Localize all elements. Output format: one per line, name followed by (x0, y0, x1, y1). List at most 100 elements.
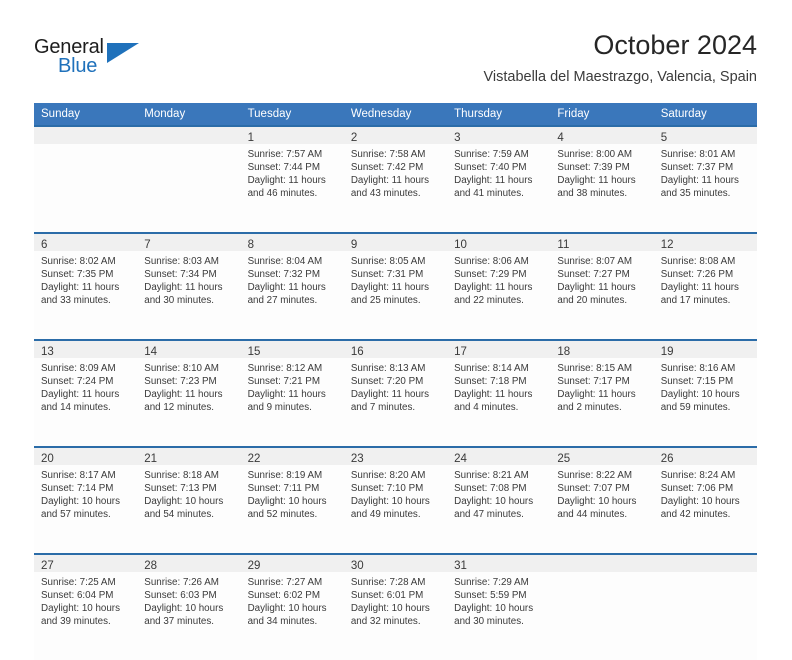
day-cell[interactable]: Sunrise: 8:15 AM Sunset: 7:17 PM Daylight:… (550, 358, 654, 446)
sunset-text: Sunset: 7:34 PM (144, 269, 217, 281)
sunrise-text: Sunrise: 7:27 AM (247, 577, 323, 588)
day-cell[interactable]: Sunrise: 8:07 AM Sunset: 7:27 PM Daylight:… (550, 251, 654, 339)
sunset-text: Sunset: 7:32 PM (247, 269, 320, 281)
day-number-band: 28 (137, 555, 241, 572)
day-number: 20 (41, 453, 54, 465)
daylight-text-line2: and 57 minutes. (41, 509, 111, 521)
day-cell[interactable]: Sunrise: 8:21 AM Sunset: 7:08 PM Daylight:… (447, 465, 551, 553)
day-cell[interactable]: Sunrise: 8:20 AM Sunset: 7:10 PM Daylight:… (343, 465, 448, 553)
sunrise-text: Sunrise: 8:20 AM (350, 470, 426, 481)
day-number-band: 21 (137, 448, 241, 465)
day-cell[interactable]: Sunrise: 8:05 AM Sunset: 7:31 PM Daylight:… (343, 251, 448, 339)
daylight-text-line1: Daylight: 10 hours (144, 496, 224, 508)
daylight-text-line1: Daylight: 11 hours (41, 389, 120, 401)
day-number-band: 29 (240, 555, 344, 572)
day-cell-header: 5 (653, 125, 757, 144)
day-cell-header: 25 (550, 446, 654, 465)
sunrise-text: Sunrise: 8:00 AM (557, 149, 633, 160)
day-number: 30 (350, 560, 364, 572)
day-number: 19 (660, 346, 674, 358)
day-cell[interactable]: Sunrise: 7:27 AM Sunset: 6:02 PM Daylight:… (240, 572, 344, 660)
day-cell-details: Sunrise: 8:21 AM Sunset: 7:08 PM Daylight:… (447, 465, 550, 521)
day-cell[interactable]: Sunrise: 8:13 AM Sunset: 7:20 PM Daylight:… (343, 358, 448, 446)
sunset-text: Sunset: 7:39 PM (557, 162, 630, 174)
day-cell[interactable]: Sunrise: 8:12 AM Sunset: 7:21 PM Daylight:… (240, 358, 344, 446)
day-cell[interactable]: Sunrise: 8:24 AM Sunset: 7:06 PM Daylight:… (653, 465, 757, 553)
day-cell[interactable]: Sunrise: 7:59 AM Sunset: 7:40 PM Daylight:… (447, 144, 551, 232)
sunrise-text: Sunrise: 7:57 AM (247, 149, 323, 160)
daylight-text-line1: Daylight: 11 hours (350, 389, 430, 401)
day-cell[interactable]: Sunrise: 8:16 AM Sunset: 7:15 PM Daylight:… (653, 358, 757, 446)
day-cell[interactable]: Sunrise: 8:22 AM Sunset: 7:07 PM Daylight:… (550, 465, 654, 553)
day-cell[interactable]: Sunrise: 8:09 AM Sunset: 7:24 PM Daylight:… (34, 358, 138, 446)
week-row: Sunrise: 7:25 AM Sunset: 6:04 PM Daylight:… (34, 572, 757, 660)
day-cell-header: 19 (653, 339, 757, 358)
day-cell[interactable]: Sunrise: 8:14 AM Sunset: 7:18 PM Daylight:… (447, 358, 551, 446)
day-cell[interactable]: Sunrise: 7:57 AM Sunset: 7:44 PM Daylight:… (240, 144, 344, 232)
sunset-text: Sunset: 7:31 PM (350, 269, 424, 281)
day-cell[interactable]: Sunrise: 8:10 AM Sunset: 7:23 PM Daylight:… (137, 358, 241, 446)
sunset-text: Sunset: 6:02 PM (247, 590, 320, 602)
day-cell-header: 18 (550, 339, 654, 358)
day-cell[interactable]: Sunrise: 7:29 AM Sunset: 5:59 PM Daylight:… (447, 572, 551, 660)
general-blue-logo[interactable]: General Blue (34, 36, 154, 88)
week-header-row: 1 2 3 4 5 (34, 125, 757, 144)
daylight-text-line1: Daylight: 11 hours (247, 282, 326, 294)
day-cell[interactable]: Sunrise: 8:03 AM Sunset: 7:34 PM Daylight:… (137, 251, 241, 339)
day-number-band: 25 (550, 448, 654, 465)
daylight-text-line2: and 41 minutes. (454, 188, 524, 200)
day-number-band: 14 (137, 341, 241, 358)
day-number: 18 (557, 346, 571, 358)
weekday-header-row: Sunday Monday Tuesday Wednesday Thursday… (34, 103, 757, 125)
daylight-text-line2: and 17 minutes. (660, 295, 731, 307)
page-subtitle: Vistabella del Maestrazgo, Valencia, Spa… (483, 69, 757, 85)
day-number: 22 (247, 453, 261, 465)
sunset-text: Sunset: 7:17 PM (557, 376, 630, 388)
day-cell[interactable]: Sunrise: 8:08 AM Sunset: 7:26 PM Daylight:… (653, 251, 757, 339)
day-cell[interactable]: Sunrise: 8:19 AM Sunset: 7:11 PM Daylight:… (240, 465, 344, 553)
day-cell[interactable]: Sunrise: 7:25 AM Sunset: 6:04 PM Daylight:… (34, 572, 138, 660)
day-number: 21 (144, 453, 158, 465)
day-cell[interactable]: Sunrise: 7:26 AM Sunset: 6:03 PM Daylight:… (137, 572, 241, 660)
day-cell[interactable]: Sunrise: 8:06 AM Sunset: 7:29 PM Daylight:… (447, 251, 551, 339)
day-cell[interactable]: Sunrise: 8:04 AM Sunset: 7:32 PM Daylight:… (240, 251, 344, 339)
sunset-text: Sunset: 7:07 PM (557, 483, 630, 495)
sunset-text: Sunset: 7:37 PM (660, 162, 734, 174)
weekday-header-thursday: Thursday (447, 103, 551, 125)
sunrise-text: Sunrise: 8:19 AM (247, 470, 323, 481)
day-number: 31 (454, 560, 467, 572)
sunrise-text: Sunrise: 8:22 AM (557, 470, 633, 481)
daylight-text-line2: and 4 minutes. (454, 402, 519, 414)
day-cell-header (550, 553, 654, 572)
sunrise-text: Sunrise: 7:25 AM (41, 577, 116, 588)
day-cell[interactable]: Sunrise: 8:17 AM Sunset: 7:14 PM Daylight:… (34, 465, 138, 553)
day-number-band: 18 (550, 341, 654, 358)
day-cell[interactable]: Sunrise: 8:18 AM Sunset: 7:13 PM Daylight:… (137, 465, 241, 553)
day-cell[interactable]: Sunrise: 7:28 AM Sunset: 6:01 PM Daylight:… (343, 572, 448, 660)
day-cell[interactable]: Sunrise: 8:00 AM Sunset: 7:39 PM Daylight:… (550, 144, 654, 232)
day-cell-header: 3 (447, 125, 551, 144)
day-cell-details: Sunrise: 8:01 AM Sunset: 7:37 PM Daylight:… (654, 144, 757, 200)
day-cell[interactable]: Sunrise: 8:02 AM Sunset: 7:35 PM Daylight:… (34, 251, 138, 339)
day-cell-details: Sunrise: 8:03 AM Sunset: 7:34 PM Daylight:… (137, 251, 240, 307)
day-number: 12 (660, 239, 674, 251)
day-number: 14 (144, 346, 158, 358)
day-cell-header: 11 (550, 232, 654, 251)
week-header-row: 20 21 22 23 24 25 26 (34, 446, 757, 465)
day-cell-empty (550, 572, 654, 660)
calendar-table: Sunday Monday Tuesday Wednesday Thursday… (34, 103, 757, 660)
sunrise-text: Sunrise: 8:21 AM (454, 470, 529, 481)
day-cell-details: Sunrise: 8:05 AM Sunset: 7:31 PM Daylight:… (344, 251, 447, 307)
day-cell-empty (34, 144, 138, 232)
day-number-band: 6 (34, 234, 138, 251)
sunrise-text: Sunrise: 7:26 AM (144, 577, 219, 588)
day-number-band: 20 (34, 448, 138, 465)
day-cell-empty (653, 572, 757, 660)
day-cell-details: Sunrise: 8:18 AM Sunset: 7:13 PM Daylight:… (137, 465, 240, 521)
day-number-band: 13 (34, 341, 138, 358)
day-number: 29 (247, 560, 261, 572)
day-number-band: 2 (343, 127, 448, 144)
daylight-text-line1: Daylight: 10 hours (247, 496, 327, 508)
day-cell[interactable]: Sunrise: 8:01 AM Sunset: 7:37 PM Daylight:… (653, 144, 757, 232)
day-cell[interactable]: Sunrise: 7:58 AM Sunset: 7:42 PM Daylight:… (343, 144, 448, 232)
